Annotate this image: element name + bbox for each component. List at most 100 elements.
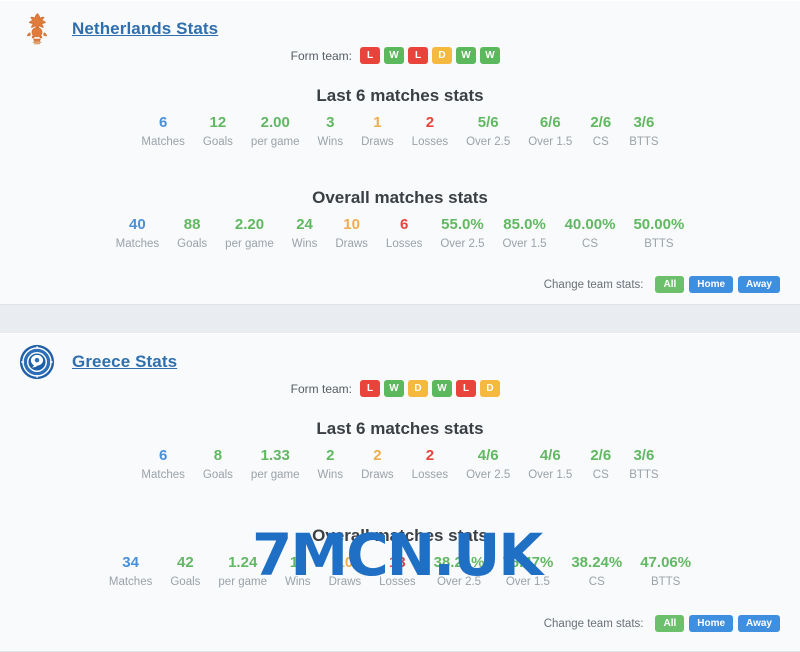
form-team-label: Form team:: [290, 381, 352, 396]
stat-label: Losses: [411, 136, 449, 148]
stat-value: 3: [326, 114, 335, 131]
section-title-last6: Last 6 matches stats: [316, 419, 484, 438]
stat-over15: 4/6 Over 1.5: [519, 446, 581, 484]
filter-button-home[interactable]: Home: [689, 276, 734, 293]
form-badge[interactable]: D: [432, 47, 452, 64]
stat-per-game: 2.20 per game: [216, 215, 283, 253]
stat-label: Draws: [328, 576, 362, 588]
last6-stats-table-netherlands: 6 Matches 12 Goals 2.00 per game 3 Wins …: [0, 113, 800, 151]
stat-draws: 1 Draws: [352, 113, 403, 151]
stat-label: BTTS: [644, 238, 674, 250]
form-badge[interactable]: W: [480, 47, 500, 64]
stat-cs: 2/6 CS: [581, 446, 620, 484]
stat-value: 6: [399, 216, 409, 233]
stat-label: Losses: [379, 576, 416, 588]
stat-goals: 42 Goals: [161, 553, 209, 591]
stat-label: Over 2.5: [466, 469, 511, 481]
stat-label: Over 1.5: [528, 469, 573, 481]
form-badge[interactable]: W: [384, 47, 404, 64]
stat-label: Over 2.5: [466, 136, 511, 148]
stat-cs: 38.24% CS: [562, 553, 631, 591]
stat-label: Goals: [170, 576, 201, 588]
form-badge[interactable]: W: [432, 380, 452, 397]
stat-value: 5/6: [477, 114, 499, 131]
netherlands-lion-crest-icon: [27, 13, 47, 45]
last6-stats-table-greece: 6 Matches 8 Goals 1.33 per game 2 Wins 2…: [0, 446, 800, 484]
form-team-label: Form team:: [290, 48, 352, 63]
team-header-greece: Greece Stats: [18, 342, 177, 382]
change-team-stats-label: Change team stats:: [543, 617, 644, 630]
form-badge[interactable]: W: [456, 47, 476, 64]
stat-value: 10: [343, 216, 360, 233]
team-name-link-greece[interactable]: Greece Stats: [72, 352, 177, 372]
stat-losses: 6 Losses: [377, 215, 431, 253]
stat-label: per game: [225, 238, 274, 250]
stat-value: 38.24%: [433, 554, 485, 571]
stat-value: 55.0%: [441, 216, 484, 233]
filter-button-home[interactable]: Home: [689, 615, 734, 632]
stat-value: 3/6: [633, 447, 655, 464]
stat-value: 76.47%: [502, 554, 554, 571]
team-name-link-netherlands[interactable]: Netherlands Stats: [72, 19, 218, 39]
filter-button-all[interactable]: All: [655, 615, 685, 632]
stat-label: CS: [588, 576, 605, 588]
stat-label: Wins: [317, 136, 344, 148]
stat-label: CS: [592, 136, 609, 148]
stat-goals: 12 Goals: [194, 113, 242, 151]
stat-value: 1: [373, 114, 382, 131]
form-badge[interactable]: D: [408, 380, 428, 397]
stat-value: 1.24: [228, 554, 258, 571]
stat-value: 85.0%: [503, 216, 546, 233]
stat-label: Matches: [141, 469, 185, 481]
stat-label: Over 1.5: [502, 238, 547, 250]
filter-button-all[interactable]: All: [655, 276, 685, 293]
stat-value: 2/6: [590, 447, 612, 464]
filter-button-away[interactable]: Away: [738, 276, 780, 293]
stat-over25: 5/6 Over 2.5: [457, 113, 519, 151]
stat-value: 50.00%: [633, 216, 685, 233]
stat-value: 6: [158, 114, 168, 131]
stat-value: 2: [425, 447, 435, 464]
stat-value: 2.00: [260, 114, 290, 131]
stat-btts: 3/6 BTTS: [620, 446, 667, 484]
section-title-last6: Last 6 matches stats: [316, 86, 484, 105]
stat-value: 10: [336, 554, 354, 571]
form-badge[interactable]: L: [408, 47, 428, 64]
form-team-row-greece: Form team: L W D W L D: [291, 380, 500, 397]
stat-over15: 76.47% Over 1.5: [493, 553, 562, 591]
stat-label: Matches: [108, 576, 153, 588]
stat-label: BTTS: [629, 136, 659, 148]
stat-btts: 3/6 BTTS: [620, 113, 667, 151]
stat-per-game: 2.00 per game: [242, 113, 309, 151]
form-badge[interactable]: L: [360, 380, 380, 397]
form-badge[interactable]: L: [360, 47, 380, 64]
filter-button-away[interactable]: Away: [738, 615, 780, 632]
stat-value: 8: [213, 447, 223, 464]
stat-label: Draws: [361, 136, 394, 148]
form-badge[interactable]: D: [480, 380, 500, 397]
stat-label: per game: [250, 469, 300, 481]
team-stats-panel-greece: Greece Stats Form team: L W D W L D Last…: [0, 333, 800, 652]
stat-label: CS: [582, 238, 598, 250]
stat-label: Goals: [202, 469, 233, 481]
form-badge[interactable]: W: [384, 380, 404, 397]
stat-over25: 38.24% Over 2.5: [425, 553, 494, 591]
stat-goals: 8 Goals: [194, 446, 242, 484]
stat-value: 24: [296, 216, 313, 233]
stat-over25: 4/6 Over 2.5: [457, 446, 519, 484]
stat-matches: 40 Matches: [107, 215, 168, 253]
form-badge[interactable]: L: [456, 380, 476, 397]
stat-per-game: 1.24 per game: [209, 553, 276, 591]
stat-per-game: 1.33 per game: [242, 446, 309, 484]
stat-losses: 13 Losses: [370, 553, 424, 591]
stat-label: CS: [592, 469, 609, 481]
stats-page: Netherlands Stats Form team: L W L D W W…: [0, 0, 800, 652]
stat-value: 13: [389, 554, 406, 571]
stat-wins: 2 Wins: [309, 446, 353, 484]
stat-wins: 3 Wins: [309, 113, 353, 151]
stat-wins: 24 Wins: [283, 215, 327, 253]
stat-label: Wins: [285, 576, 311, 588]
stat-losses: 2 Losses: [403, 446, 457, 484]
stat-value: 34: [122, 554, 139, 571]
stat-value: 4/6: [539, 447, 561, 464]
